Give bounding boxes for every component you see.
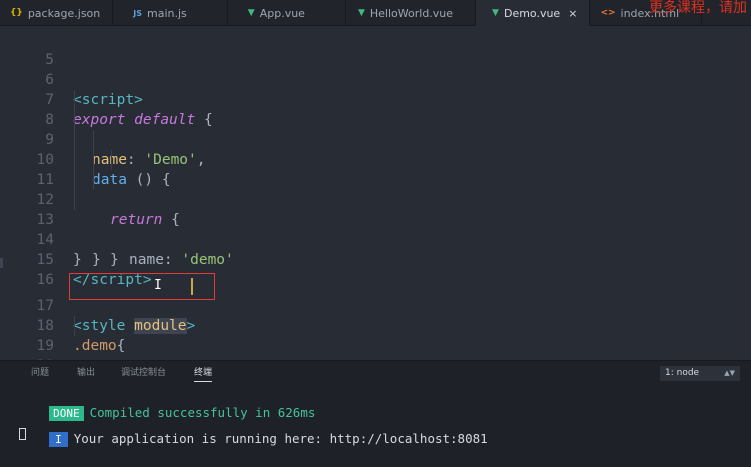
chevron-updown-icon: ▲▼	[724, 369, 735, 377]
terminal-line: DONE Compiled successfully in 626ms	[19, 387, 315, 421]
bottom-panel: 问题 输出 调试控制台 终端 1: node ▲▼ DONE Compiled s…	[0, 360, 751, 467]
code-line: 19 color:red;	[0, 316, 751, 354]
code-line: 14 }	[0, 210, 751, 268]
terminal-select-value: 1: node	[665, 368, 700, 378]
tab-debug-console[interactable]: 调试控制台	[121, 365, 166, 381]
terminal-cursor	[19, 428, 26, 440]
close-icon[interactable]: ×	[568, 7, 577, 20]
tab-app-vue[interactable]: ▼ App.vue	[228, 0, 346, 26]
tab-output[interactable]: 输出	[77, 365, 95, 381]
code-line: 8 name: 'Demo',	[0, 90, 751, 168]
tab-label: HelloWorld.vue	[369, 6, 454, 20]
vue-icon: ▼	[247, 8, 255, 18]
code-line: 12 }	[0, 170, 751, 268]
indent-guide	[74, 150, 75, 170]
indent-guide	[74, 110, 75, 130]
indent-guide	[74, 190, 75, 210]
tab-package-json[interactable]: {} package.json	[0, 0, 114, 26]
info-badge: I	[49, 432, 68, 447]
indent-guide	[93, 170, 94, 190]
terminal-select[interactable]: 1: node ▲▼	[660, 366, 740, 381]
annotation-highlight-box	[69, 273, 215, 300]
code-line: 11 name: 'demo'	[0, 150, 751, 268]
code-line: 7 export default {	[0, 70, 751, 128]
code-line: 10 return {	[0, 130, 751, 228]
code-line: 16	[0, 250, 751, 288]
watermark-text: 更多课程，请加	[649, 0, 747, 16]
indent-guide	[74, 90, 75, 110]
code-line: 13 }	[0, 190, 751, 268]
tab-problems[interactable]: 问题	[31, 365, 49, 381]
code-editor[interactable]: 5 6 <script> 7 export default { 8 name: …	[0, 26, 751, 360]
js-icon: JS	[133, 8, 143, 18]
vue-icon: ▼	[492, 8, 499, 18]
indent-guide	[93, 150, 94, 170]
tab-terminal[interactable]: 终端	[194, 365, 213, 382]
mouse-ibeam-cursor: I	[154, 278, 162, 293]
indent-guide	[74, 170, 75, 190]
code-line: 9 data () {	[0, 110, 751, 188]
indent-guide	[74, 316, 75, 336]
code-line: 5	[0, 30, 751, 68]
code-line: 20 }	[0, 336, 751, 360]
indent-guide	[74, 130, 75, 150]
tab-label: package.json	[27, 6, 101, 20]
tab-main-js[interactable]: JS main.js	[113, 0, 228, 26]
terminal-text: Your application is running here: http:/…	[73, 431, 488, 446]
vue-icon: ▼	[357, 8, 365, 18]
panel-tab-bar: 问题 输出 调试控制台 终端 1: node ▲▼	[0, 361, 751, 385]
code-line: 6 <script>	[0, 50, 751, 108]
tab-helloworld-vue[interactable]: ▼ HelloWorld.vue	[346, 0, 477, 26]
indent-guide	[111, 150, 112, 170]
html-icon: <>	[600, 8, 616, 18]
indent-guide	[93, 130, 94, 150]
tab-demo-vue[interactable]: ▼ Demo.vue ×	[476, 0, 591, 26]
text-caret	[191, 278, 193, 295]
terminal-line: I Your application is running here: http:…	[19, 413, 488, 447]
tab-label: Demo.vue	[503, 6, 561, 20]
tab-label: App.vue	[259, 6, 305, 20]
tab-label: main.js	[147, 6, 187, 20]
editor-tab-bar: {} package.json JS main.js ▼ App.vue ▼ H…	[0, 0, 751, 26]
code-line: 15 </script>	[0, 230, 751, 288]
json-icon: {}	[10, 8, 23, 18]
